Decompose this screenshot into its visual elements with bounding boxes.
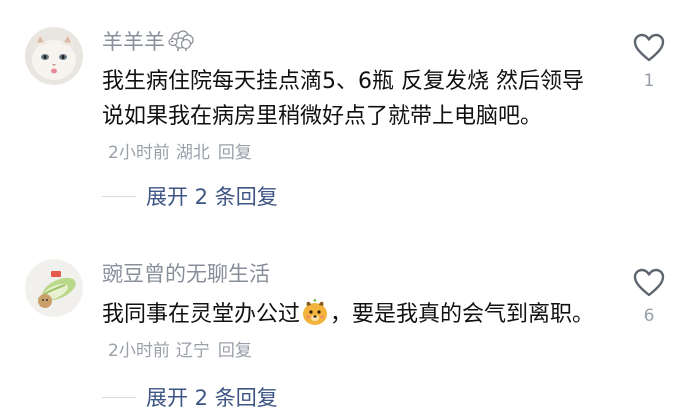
reply-button[interactable]: 回复 <box>218 143 252 163</box>
divider-line <box>102 396 136 398</box>
comment-region: 湖北 <box>175 143 210 163</box>
expand-replies-button[interactable]: 展开 2 条回复 <box>102 181 278 211</box>
comment-time: 2小时前 <box>108 143 170 163</box>
username-text: 羊羊羊 <box>102 30 165 54</box>
comment-username[interactable]: 豌豆曾的无聊生活 <box>102 258 270 288</box>
expand-replies-button[interactable]: 展开 2 条回复 <box>102 382 278 412</box>
comment-content-before: 我同事在灵堂办公过 <box>102 302 301 327</box>
comment-content: 我生病住院每天挂点滴5、6瓶 反复发烧 然后领导说如果我在病房里稍微好点了就带上… <box>102 69 584 129</box>
comment-username[interactable]: 羊羊羊 <box>102 26 197 56</box>
reply-button[interactable]: 回复 <box>218 341 252 361</box>
like-count: 6 <box>643 306 655 326</box>
comment-meta: 2小时前 湖北 回复 <box>108 143 252 163</box>
heart-icon <box>633 33 665 62</box>
username-text: 豌豆曾的无聊生活 <box>102 262 270 286</box>
expand-replies-label: 展开 2 条回复 <box>146 185 278 209</box>
comment-meta: 2小时前 辽宁 回复 <box>108 341 252 361</box>
like-count: 1 <box>643 71 655 91</box>
comment-content-after: ，要是我真的会气到离职。 <box>330 302 595 327</box>
comment-text[interactable]: 我同事在灵堂办公过 ，要是我真的会气到离职。 2小时前 辽宁 回复 <box>102 297 602 369</box>
cabbage-avatar-icon <box>25 259 83 317</box>
comment-text[interactable]: 我生病住院每天挂点滴5、6瓶 反复发烧 然后领导说如果我在病房里稍微好点了就带上… <box>102 64 602 171</box>
dog-emoji-icon <box>303 298 328 325</box>
avatar[interactable] <box>25 259 83 317</box>
like-button[interactable]: 1 <box>630 33 668 91</box>
expand-replies-label: 展开 2 条回复 <box>146 386 278 410</box>
heart-icon <box>633 268 665 297</box>
sheep-icon <box>168 30 194 51</box>
comment-region: 辽宁 <box>175 341 210 361</box>
avatar[interactable] <box>25 27 83 85</box>
cat-avatar-icon <box>25 27 83 85</box>
like-button[interactable]: 6 <box>630 268 668 326</box>
divider-line <box>102 195 136 197</box>
comment-time: 2小时前 <box>108 341 170 361</box>
